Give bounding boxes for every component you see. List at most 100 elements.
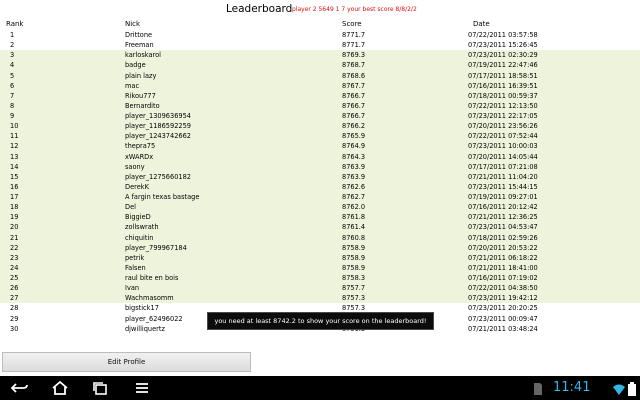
- row-score: 8769.3: [342, 51, 366, 60]
- row-rank: 1: [10, 31, 15, 39]
- table-row[interactable]: 19 BiggieD 8761.8 07/21/2011 12:36:25: [0, 212, 640, 223]
- table-row[interactable]: 4 badge 8768.7 07/19/2011 22:47:46: [0, 60, 640, 71]
- table-row[interactable]: 11 player_1243742662 8765.9 07/22/2011 07:5…: [0, 131, 640, 142]
- recent-apps-icon[interactable]: [88, 378, 112, 398]
- row-rank: 2: [10, 41, 15, 50]
- row-score: 8771.7: [342, 31, 366, 39]
- table-row[interactable]: 13 xWARDx 8764.3 07/20/2011 14:05:44: [0, 151, 640, 162]
- table-row[interactable]: 1 Drittone 8771.7 07/22/2011 03:57:58: [0, 30, 640, 40]
- table-row[interactable]: 22 player_799967184 8758.9 07/20/2011 20:53…: [0, 242, 640, 253]
- row-date: 07/21/2011 18:41:00: [468, 263, 538, 272]
- row-date: 07/17/2011 18:58:51: [468, 71, 538, 80]
- row-nick: player_1275660182: [125, 172, 191, 181]
- row-rank: 7: [10, 91, 15, 100]
- table-row[interactable]: 21 chiquitin 8760.8 07/18/2011 02:59:26: [0, 232, 640, 243]
- row-nick: petrik: [125, 253, 145, 262]
- row-nick: mac: [125, 81, 140, 90]
- row-nick: saony: [125, 162, 145, 171]
- row-score: 8761.4: [342, 223, 366, 232]
- row-nick: Wachmasomm: [125, 294, 174, 303]
- row-nick: djwilliquertz: [125, 324, 165, 333]
- row-score: 8767.7: [342, 81, 366, 90]
- row-nick: player_1243742662: [125, 132, 191, 141]
- row-nick: badge: [125, 61, 146, 70]
- table-row[interactable]: 25 raul bite en bois 8758.3 07/16/2011 07:1…: [0, 273, 640, 284]
- row-date: 07/21/2011 12:36:25: [468, 213, 538, 222]
- table-row[interactable]: 5 plain lazy 8768.6 07/17/2011 18:58:51: [0, 70, 640, 81]
- row-score: 8757.3: [342, 294, 366, 303]
- row-date: 07/20/2011 23:56:26: [468, 122, 538, 131]
- row-score: 8762.7: [342, 193, 366, 201]
- table-row[interactable]: 16 DerekK 8762.6 07/23/2011 15:44:15: [0, 181, 640, 192]
- table-row[interactable]: 2 Freeman 8771.7 07/23/2011 15:26:45: [0, 40, 640, 50]
- row-score: 8762.6: [342, 182, 366, 191]
- leaderboard-screen: Leaderboard player 2 5649 1 7 your best …: [0, 0, 640, 376]
- edit-profile-button[interactable]: Edit Profile: [2, 352, 251, 372]
- row-nick: Del: [125, 203, 136, 212]
- table-row[interactable]: 17 A fargin texas bastage 8762.7 07/19/2011…: [0, 192, 640, 203]
- row-nick: Falsen: [125, 263, 146, 272]
- row-rank: 30: [10, 324, 19, 333]
- row-rank: 8: [10, 101, 15, 110]
- row-date: 07/21/2011 11:04:20: [468, 172, 538, 181]
- table-row[interactable]: 10 player_1186592259 8766.2 07/20/2011 23:5…: [0, 121, 640, 132]
- row-rank: 13: [10, 152, 19, 161]
- row-date: 07/22/2011 07:52:44: [468, 132, 538, 141]
- table-row[interactable]: 27 Wachmasomm 8757.3 07/23/2011 19:42:12: [0, 293, 640, 304]
- row-date: 07/23/2011 15:44:15: [468, 182, 538, 191]
- row-score: 8761.8: [342, 213, 366, 222]
- table-row[interactable]: 15 player_1275660182 8763.9 07/21/2011 11:0…: [0, 171, 640, 182]
- row-nick: A fargin texas bastage: [125, 193, 200, 201]
- row-nick: Bernardito: [125, 101, 160, 110]
- row-score: 8768.7: [342, 61, 366, 70]
- column-header-rank: Rank: [6, 20, 24, 28]
- row-rank: 14: [10, 162, 19, 171]
- row-date: 07/20/2011 20:53:22: [468, 243, 538, 252]
- toast-message: you need at least 8742.2 to show your sc…: [207, 312, 434, 330]
- back-icon[interactable]: [8, 378, 32, 398]
- row-nick: player_1309636954: [125, 112, 191, 120]
- row-nick: raul bite en bois: [125, 274, 179, 282]
- row-date: 07/19/2011 22:47:46: [468, 61, 538, 70]
- row-score: 8766.7: [342, 112, 366, 120]
- row-nick: zollswrath: [125, 223, 159, 232]
- table-row[interactable]: 8 Bernardito 8766.7 07/22/2011 12:13:50: [0, 100, 640, 111]
- table-row[interactable]: 12 thepra75 8764.9 07/23/2011 10:00:03: [0, 141, 640, 152]
- table-row[interactable]: 18 Del 8762.0 07/16/2011 20:12:42: [0, 202, 640, 213]
- row-date: 07/16/2011 16:39:51: [468, 81, 538, 90]
- table-row[interactable]: 24 Falsen 8758.9 07/21/2011 18:41:00: [0, 262, 640, 273]
- row-rank: 17: [10, 193, 19, 201]
- row-nick: player_799967184: [125, 243, 187, 252]
- table-row[interactable]: 7 Rikou777 8766.7 07/18/2011 00:59:37: [0, 90, 640, 101]
- row-rank: 27: [10, 294, 19, 303]
- row-rank: 5: [10, 71, 15, 80]
- row-date: 07/20/2011 14:05:44: [468, 152, 538, 161]
- table-row[interactable]: 14 saony 8763.9 07/17/2011 07:21:08: [0, 161, 640, 172]
- row-date: 07/18/2011 00:59:37: [468, 91, 538, 100]
- row-rank: 4: [10, 61, 15, 70]
- row-rank: 16: [10, 182, 19, 191]
- table-row[interactable]: 26 Ivan 8757.7 07/22/2011 04:38:50: [0, 283, 640, 294]
- row-score: 8760.8: [342, 233, 366, 242]
- row-rank: 23: [10, 253, 19, 262]
- table-row[interactable]: 9 player_1309636954 8766.7 07/23/2011 22:17…: [0, 111, 640, 122]
- row-nick: karloskarol: [125, 51, 161, 60]
- row-score: 8771.7: [342, 41, 366, 50]
- home-icon[interactable]: [48, 378, 72, 398]
- table-row[interactable]: 20 zollswrath 8761.4 07/23/2011 04:53:47: [0, 222, 640, 233]
- row-rank: 20: [10, 223, 19, 232]
- row-rank: 18: [10, 203, 19, 212]
- table-row[interactable]: 3 karloskarol 8769.3 07/23/2011 02:30:29: [0, 50, 640, 61]
- row-nick: thepra75: [125, 142, 156, 151]
- row-rank: 29: [10, 314, 19, 323]
- menu-icon[interactable]: [130, 378, 154, 398]
- row-nick: Ivan: [125, 284, 140, 293]
- row-date: 07/23/2011 15:26:45: [468, 41, 538, 50]
- row-nick: DerekK: [125, 182, 149, 191]
- row-date: 07/22/2011 12:13:50: [468, 101, 538, 110]
- table-row[interactable]: 6 mac 8767.7 07/16/2011 16:39:51: [0, 80, 640, 91]
- table-row[interactable]: 23 petrik 8758.9 07/21/2011 06:18:22: [0, 252, 640, 263]
- row-rank: 24: [10, 263, 19, 272]
- row-score: 8765.9: [342, 132, 366, 141]
- leaderboard-table[interactable]: 1 Drittone 8771.7 07/22/2011 03:57:58 2 Freem…: [0, 30, 640, 334]
